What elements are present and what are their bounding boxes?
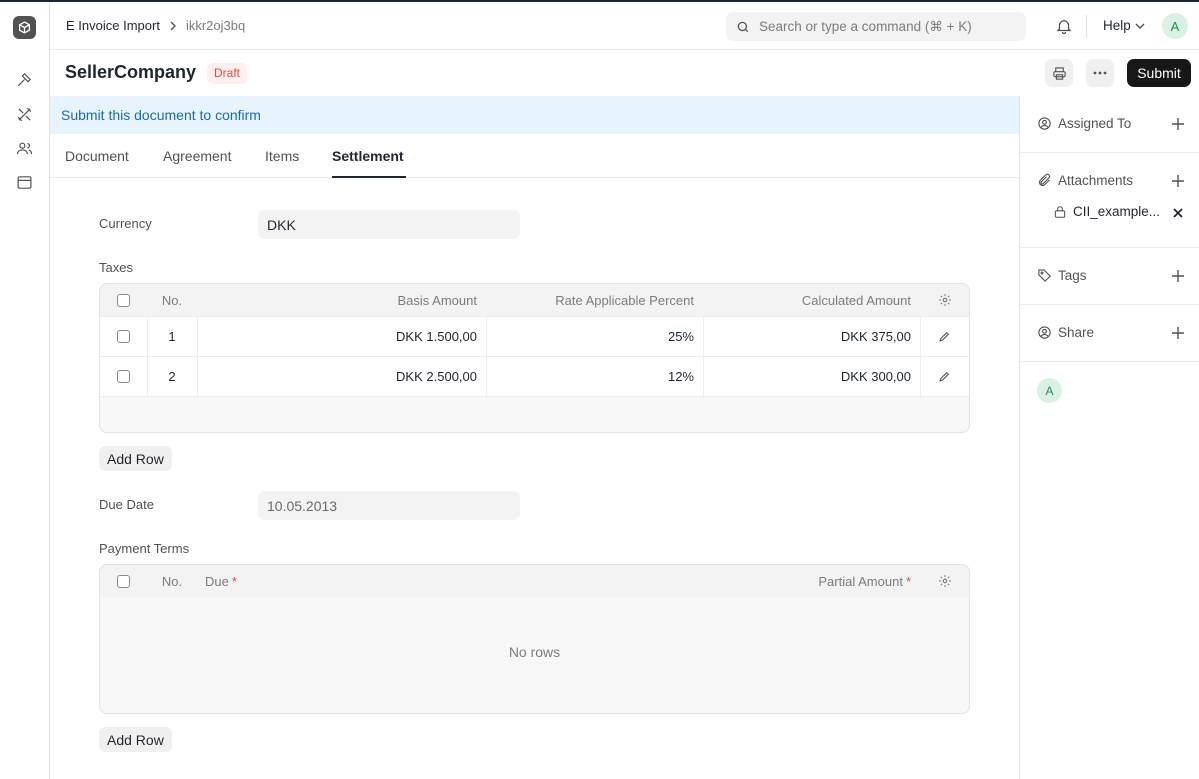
header-basis-amount: Basis Amount [397,292,478,308]
breadcrumb-docname[interactable]: ikkr2oj3bq [186,18,245,33]
table-row[interactable]: 2 DKK 2.500,00 12% DKK 300,00 [100,356,969,396]
row-checkbox[interactable] [100,317,147,356]
empty-state-text: No rows [508,644,561,660]
ellipsis-icon [1093,71,1107,75]
gear-icon[interactable] [920,284,969,316]
assigned-to-label[interactable]: Assigned To [1037,116,1131,131]
row-no: 2 [168,369,176,384]
row-checkbox[interactable] [100,357,147,396]
select-all-checkbox[interactable] [100,565,147,597]
status-badge: Draft [207,63,248,84]
payment-terms-header: No. Due * Partial Amount * [100,565,969,597]
taxes-table: No. Basis Amount Rate Applicable Percent… [99,283,970,433]
submit-button[interactable]: Submit [1127,59,1191,87]
header-no: No. [161,573,183,589]
assigned-to-section: Assigned To [1020,96,1199,153]
main-content: Submit this document to confirm Document… [50,96,1019,779]
form-tabs: Document Agreement Items Settlement [50,134,1019,178]
form-sidebar: Assigned To Attachments CII_example... T… [1019,96,1199,779]
row-calculated-amount[interactable]: DKK 375,00 [703,317,911,356]
close-icon[interactable] [1172,207,1184,219]
select-all-checkbox[interactable] [100,284,147,316]
help-dropdown[interactable]: Help [1103,18,1145,33]
currency-label: Currency [99,216,152,231]
submit-alert: Submit this document to confirm [50,96,1019,134]
taxes-table-header: No. Basis Amount Rate Applicable Percent… [100,284,969,316]
add-payment-row-button[interactable]: Add Row [99,727,172,752]
tag-icon [1038,269,1051,282]
row-rate-percent[interactable]: 12% [486,357,694,396]
chevron-down-icon [1135,23,1145,29]
share-section: Share [1020,305,1199,362]
payment-terms-table: No. Due * Partial Amount * No rows [99,564,970,714]
row-basis-amount[interactable]: DKK 1.500,00 [197,317,477,356]
row-no: 1 [168,329,176,344]
gear-icon[interactable] [920,565,969,597]
add-share-icon[interactable] [1170,325,1186,341]
user-add-icon [1038,117,1051,130]
printer-icon [1052,66,1066,80]
table-row[interactable]: 1 DKK 1.500,00 25% DKK 375,00 [100,316,969,356]
breadcrumb-doctype[interactable]: E Invoice Import [66,18,160,33]
more-actions-button[interactable] [1086,59,1114,87]
row-rate-percent[interactable]: 25% [486,317,694,356]
bell-icon[interactable] [1055,17,1073,35]
chevron-right-icon [170,21,176,30]
tab-settlement[interactable]: Settlement [332,148,404,164]
row-basis-amount[interactable]: DKK 2.500,00 [197,357,477,396]
share-user-icon [1038,326,1051,339]
attachment-name: CII_example... [1073,204,1161,219]
attachment-item[interactable]: CII_example... [1053,204,1160,219]
divider [1086,15,1087,38]
paperclip-icon [1038,173,1051,187]
avatar[interactable]: A [1162,13,1188,39]
tab-items[interactable]: Items [265,148,299,164]
app-logo-icon[interactable] [13,16,36,39]
header-due: Due * [205,573,237,589]
left-rail [0,2,50,779]
add-attachment-icon[interactable] [1170,173,1186,189]
header-calculated-amount: Calculated Amount [801,292,911,308]
taxes-label: Taxes [99,260,133,275]
add-tax-row-button[interactable]: Add Row [99,446,172,471]
lock-icon [1054,205,1066,218]
edit-icon[interactable] [920,357,969,396]
search-input[interactable] [759,19,1019,34]
share-label: Share [1037,325,1094,340]
attachments-section: Attachments [1020,153,1199,248]
page-title: SellerCompany [65,62,197,82]
tools-icon[interactable] [15,105,34,124]
attachments-label: Attachments [1037,173,1133,188]
viewer-avatar: A [1037,378,1062,403]
navbar: E Invoice Import ikkr2oj3bq Help A [50,2,1199,50]
help-label: Help [1103,18,1131,33]
payment-terms-label: Payment Terms [99,541,190,556]
tab-document[interactable]: Document [65,148,129,164]
due-date-label: Due Date [99,497,154,512]
breadcrumb: E Invoice Import ikkr2oj3bq [66,18,245,33]
tab-agreement[interactable]: Agreement [163,148,231,164]
search-bar[interactable] [726,12,1026,41]
tags-section: Tags [1020,248,1199,305]
due-date-field[interactable]: 10.05.2013 [258,491,520,520]
add-assignee-icon[interactable] [1170,116,1186,132]
browser-icon[interactable] [15,173,34,192]
header-rate-percent: Rate Applicable Percent [555,292,694,308]
currency-field[interactable]: DKK [258,210,520,239]
add-tag-icon[interactable] [1170,268,1186,284]
hammer-icon[interactable] [15,70,34,89]
page-head: SellerCompany Draft Submit [50,50,1199,96]
edit-icon[interactable] [920,317,969,356]
header-partial-amount: Partial Amount * [818,573,911,589]
settlement-form: Currency DKK Taxes No. Basis Amount Rate… [50,178,1019,779]
row-calculated-amount[interactable]: DKK 300,00 [703,357,911,396]
tags-label: Tags [1037,268,1087,283]
header-no: No. [161,292,183,308]
search-icon [737,21,749,32]
print-button[interactable] [1045,59,1073,87]
users-icon[interactable] [15,139,34,158]
